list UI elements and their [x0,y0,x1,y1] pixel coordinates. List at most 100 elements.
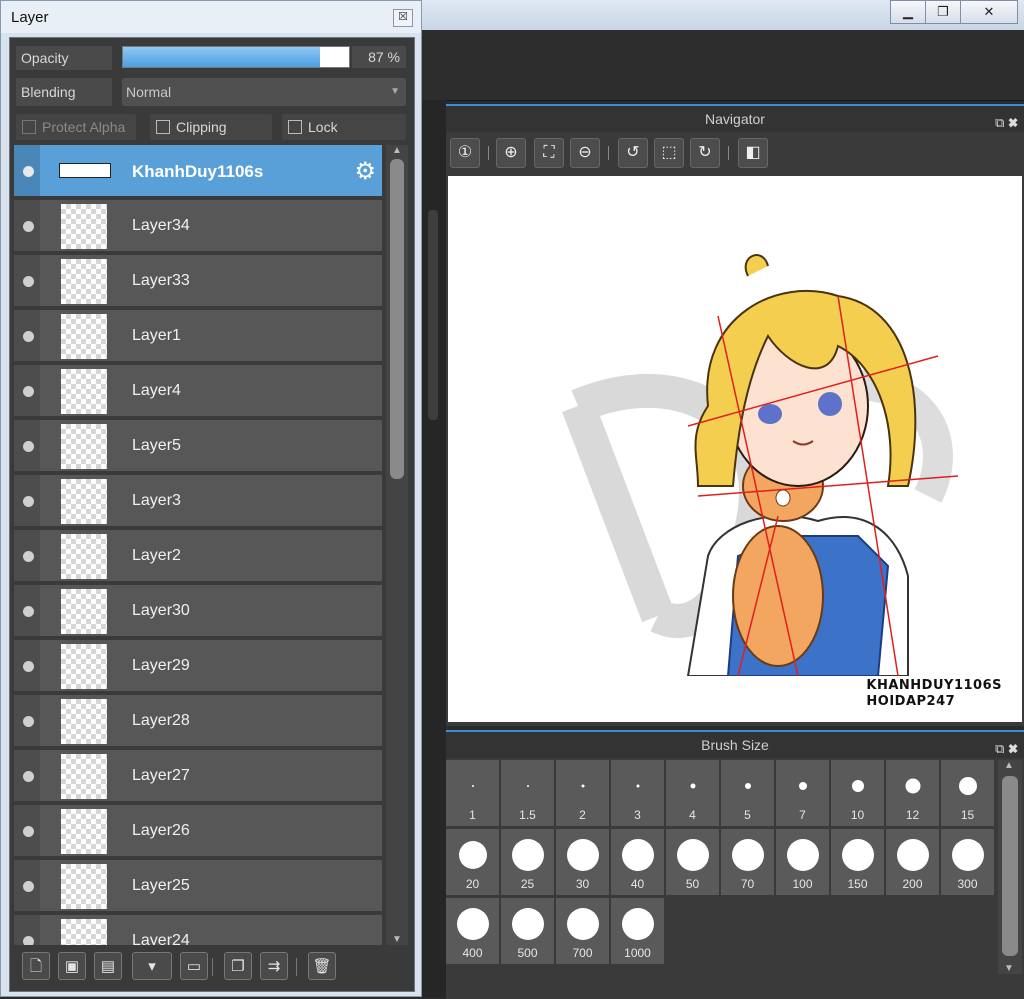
opacity-slider[interactable] [122,46,350,68]
brush-size-option[interactable]: 30 [556,829,609,895]
brush-size-option[interactable]: 2 [556,760,609,826]
brush-size-option[interactable]: 300 [941,829,994,895]
navigator-preview[interactable]: KHANHDUY1106S HOIDAP247 [448,176,1022,722]
merge-layer-icon[interactable]: ⇉ [260,952,288,980]
visibility-toggle[interactable] [14,365,40,416]
minimize-button[interactable]: ▁ [890,0,926,24]
brush-size-option[interactable]: 100 [776,829,829,895]
visibility-toggle[interactable] [14,200,40,251]
zoom-out-icon[interactable]: ⊖ [570,138,600,168]
layer-row[interactable]: Layer1 [14,310,382,363]
layer-row[interactable]: Layer25 [14,860,382,913]
visibility-toggle[interactable] [14,475,40,526]
brush-size-option[interactable]: 150 [831,829,884,895]
delete-layer-icon[interactable]: 🗑 [308,952,336,980]
rotate-right-icon[interactable]: ↻ [690,138,720,168]
brush-dot-icon [851,780,864,792]
zoom-in-icon[interactable]: ⊕ [496,138,526,168]
visibility-toggle[interactable] [14,750,40,801]
zoom-actual-icon[interactable]: ① [450,138,480,168]
brush-size-label: 3 [634,808,641,822]
gear-icon[interactable]: ⚙ [354,157,376,186]
brush-size-option[interactable]: 3 [611,760,664,826]
brush-size-option[interactable]: 40 [611,829,664,895]
visibility-toggle[interactable] [14,585,40,636]
panel-close-icon[interactable]: ✖ [1008,115,1018,130]
layer-row[interactable]: Layer28 [14,695,382,748]
visibility-toggle[interactable] [14,145,40,196]
brush-scroll-thumb[interactable] [1002,776,1018,956]
blending-mode-select[interactable]: Normal ▼ [122,78,406,106]
canvas-scrollbar[interactable] [428,210,438,420]
lock-checkbox[interactable]: Lock [282,114,406,140]
layer-row[interactable]: Layer30 [14,585,382,638]
brush-size-option[interactable]: 1.5 [501,760,554,826]
scroll-up-icon[interactable]: ▲ [1004,760,1014,771]
brush-size-option[interactable]: 400 [446,898,499,964]
restore-button[interactable]: ❐ [926,0,961,24]
layer-row[interactable]: Layer29 [14,640,382,693]
brush-size-scrollbar[interactable]: ▲ ▼ [998,760,1022,974]
layer-row[interactable]: Layer24 [14,915,382,945]
brush-size-option[interactable]: 70 [721,829,774,895]
layer-row[interactable]: KhanhDuy1106s ⚙ [14,145,382,198]
layer-row[interactable]: Layer27 [14,750,382,803]
new-layer-icon[interactable]: 🗋 [22,952,50,980]
brush-size-label: 40 [630,877,645,891]
scroll-down-icon[interactable]: ▼ [1004,963,1014,974]
brush-size-option[interactable]: 7 [776,760,829,826]
add-layer-menu-icon[interactable]: ▾ [132,952,172,980]
visibility-toggle[interactable] [14,640,40,691]
layer-row[interactable]: Layer3 [14,475,382,528]
layer-row[interactable]: Layer4 [14,365,382,418]
visibility-toggle[interactable] [14,530,40,581]
layer-list-scrollbar[interactable]: ▲ ▼ [386,145,408,945]
duplicate-layer-icon[interactable]: ❐ [224,952,252,980]
protect-alpha-checkbox[interactable]: Protect Alpha [16,114,136,140]
flip-icon[interactable]: ◧ [738,138,768,168]
brush-size-option[interactable]: 20 [446,829,499,895]
brush-size-option[interactable]: 1 [446,760,499,826]
layer-row[interactable]: Layer26 [14,805,382,858]
brush-size-option[interactable]: 700 [556,898,609,964]
layer-row[interactable]: Layer34 [14,200,382,253]
visibility-toggle[interactable] [14,860,40,911]
layer-row[interactable]: Layer5 [14,420,382,473]
scroll-up-icon[interactable]: ▲ [392,145,402,156]
visibility-toggle[interactable] [14,695,40,746]
brush-size-option[interactable]: 1000 [611,898,664,964]
visibility-toggle[interactable] [14,310,40,361]
layer-toolbar: 🗋 ▣ ▤ ▾ ▭ ❐ ⇉ 🗑 [16,948,410,986]
fit-icon[interactable]: ⛶ [534,138,564,168]
popout-icon[interactable]: ⧉ [995,741,1004,756]
visibility-toggle[interactable] [14,255,40,306]
brush-size-option[interactable]: 10 [831,760,884,826]
brush-size-option[interactable]: 15 [941,760,994,826]
brush-size-option[interactable]: 200 [886,829,939,895]
visibility-toggle[interactable] [14,915,40,945]
opacity-value[interactable]: 87 % [352,46,406,68]
brush-size-option[interactable]: 12 [886,760,939,826]
layer-row[interactable]: Layer33 [14,255,382,308]
brush-size-option[interactable]: 500 [501,898,554,964]
close-window-button[interactable]: ✕ [961,0,1018,24]
fit-window-icon[interactable]: ⬚ [654,138,684,168]
brush-size-option[interactable]: 5 [721,760,774,826]
layer-window-titlebar[interactable]: Layer ☒ [1,1,421,33]
new-halftone-layer-icon[interactable]: ▣ [58,952,86,980]
visibility-toggle[interactable] [14,420,40,471]
panel-close-icon[interactable]: ✖ [1008,741,1018,756]
rotate-left-icon[interactable]: ↺ [618,138,648,168]
scroll-down-icon[interactable]: ▼ [392,934,402,945]
visibility-toggle[interactable] [14,805,40,856]
brush-size-option[interactable]: 25 [501,829,554,895]
popout-icon[interactable]: ⧉ [995,115,1004,130]
folder-icon[interactable]: ▭ [180,952,208,980]
clipping-checkbox[interactable]: Clipping [150,114,272,140]
brush-size-option[interactable]: 4 [666,760,719,826]
layer-window-close-button[interactable]: ☒ [393,9,413,27]
layer-row[interactable]: Layer2 [14,530,382,583]
new-1bit-layer-icon[interactable]: ▤ [94,952,122,980]
layer-scroll-thumb[interactable] [390,159,404,479]
brush-size-option[interactable]: 50 [666,829,719,895]
